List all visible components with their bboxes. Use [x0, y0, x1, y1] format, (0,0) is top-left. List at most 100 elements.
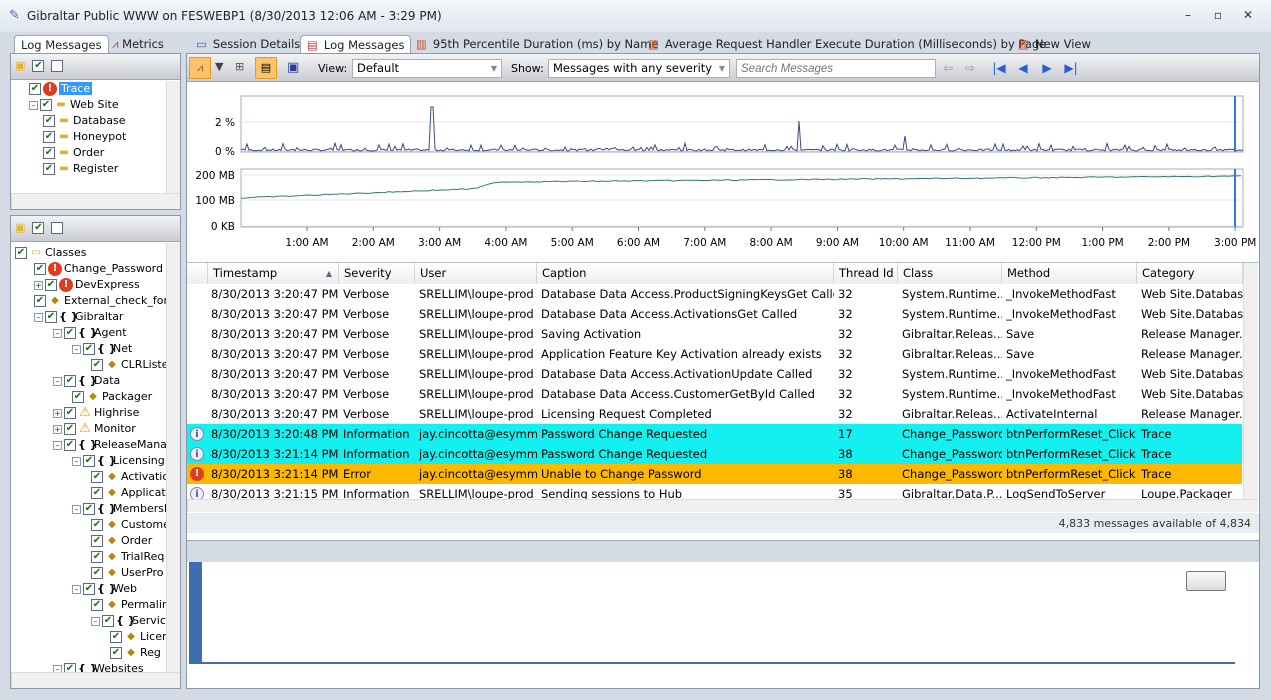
checkbox[interactable]: ✔ — [91, 567, 103, 579]
checkbox[interactable]: ✔ — [15, 247, 27, 259]
tree-item[interactable]: ✔ ◆ Applicat — [91, 485, 166, 501]
tab-session-details[interactable]: ▭ Session Details — [190, 35, 306, 53]
chart-toggle-icon[interactable]: ⩘ — [189, 57, 211, 79]
tree-view-icon[interactable]: ⊞ — [235, 60, 244, 73]
tree-item[interactable]: ✔ ▬ Honeypot — [43, 129, 126, 145]
table-row[interactable]: 8/30/2013 3:20:47 PM Verbose SRELLIM\loupe… — [187, 384, 1243, 404]
column-header-category[interactable]: Category — [1137, 263, 1243, 284]
uncheck-all-button[interactable] — [51, 60, 64, 72]
folders-icon[interactable]: ▣ — [15, 221, 25, 234]
tree-item[interactable]: ✔ ◆ TrialReq — [91, 549, 164, 565]
column-header-thread-id[interactable]: Thread Id — [834, 263, 898, 284]
checkbox[interactable]: ✔ — [83, 503, 95, 515]
column-header-class[interactable]: Class — [898, 263, 1002, 284]
tree-item[interactable]: –✔{ }Membership — [72, 501, 166, 517]
expand-toggle-icon[interactable]: – — [91, 616, 100, 626]
left-tab-metrics[interactable]: ⩘ Metrics — [106, 35, 170, 53]
checkbox[interactable]: ✔ — [91, 471, 103, 483]
table-row[interactable]: 8/30/2013 3:20:47 PM Verbose SRELLIM\loupe… — [187, 324, 1243, 344]
tree-item[interactable]: – ✔{ }Licensing — [72, 453, 165, 469]
tab-log-messages[interactable]: ▤ Log Messages — [300, 35, 412, 53]
checkbox[interactable]: ✔ — [64, 407, 76, 419]
checkbox[interactable]: ✔ — [110, 647, 122, 659]
checkbox[interactable]: ✔ — [91, 599, 103, 611]
table-row[interactable]: 8/30/2013 3:20:47 PM Verbose SRELLIM\loupe… — [187, 284, 1243, 304]
search-input[interactable] — [736, 59, 936, 78]
column-header-timestamp[interactable]: Timestamp ▲ — [208, 263, 339, 284]
expand-toggle-icon[interactable]: – — [53, 664, 62, 672]
class-tree[interactable]: ✔ ▭ Classes ✔! Change_Password + ✔! DevExpress ✔… — [11, 245, 166, 672]
checkbox[interactable]: ✔ — [102, 615, 114, 627]
horizontal-scrollbar[interactable] — [11, 193, 180, 209]
expand-toggle-icon[interactable]: – — [34, 312, 43, 322]
save-icon[interactable]: ▣ — [287, 60, 299, 75]
checkbox[interactable]: ✔ — [91, 487, 103, 499]
checkbox[interactable]: ✔ — [64, 439, 76, 451]
expand-toggle-icon[interactable]: – — [72, 584, 81, 594]
checkbox[interactable]: ✔ — [91, 535, 103, 547]
expand-toggle-icon[interactable]: + — [34, 280, 43, 290]
table-row[interactable]: ! 8/30/2013 3:21:14 PM Error jay.cincotta@e… — [187, 464, 1242, 484]
details-toggle-icon[interactable]: ▤ — [255, 57, 277, 79]
search-next-button[interactable]: ⇨ — [960, 58, 980, 78]
tab-average-request-handler-execute-duration-milliseconds-by-page[interactable]: ▥ Average Request Handler Execute Duratio… — [642, 35, 1052, 53]
vertical-scrollbar[interactable] — [166, 243, 180, 672]
tree-item[interactable]: + ✔ ⚠ Highrise — [53, 405, 139, 421]
tree-item[interactable]: –✔{ }Services — [91, 613, 166, 629]
tree-item[interactable]: ✔ ◆ Licer — [110, 629, 166, 645]
table-row[interactable]: i 8/30/2013 3:20:48 PM Information jay.cinc… — [187, 424, 1242, 444]
tree-item[interactable]: ✔ ◆ External_check_for_ — [34, 293, 166, 309]
checkbox[interactable]: ✔ — [43, 163, 55, 175]
next-icon[interactable]: ▶ — [1037, 58, 1057, 78]
tree-item[interactable]: ✔ ▬ Register — [43, 161, 118, 177]
category-tree[interactable]: ✔! Trace – ✔ ▬ Web Site ✔ ▬ Database ✔ ▬ Honeypot ✔ ▬… — [11, 81, 166, 193]
checkbox[interactable]: ✔ — [34, 295, 46, 307]
tree-item[interactable]: ✔! Trace — [29, 81, 93, 97]
expand-toggle-icon[interactable]: – — [72, 344, 81, 354]
copy-button[interactable] — [1186, 571, 1226, 591]
folders-icon[interactable]: ▣ — [15, 59, 25, 72]
view-select[interactable]: Default ▼ — [352, 59, 502, 78]
checkbox[interactable]: ✔ — [34, 263, 46, 275]
table-row[interactable]: 8/30/2013 3:20:47 PM Verbose SRELLIM\loupe… — [187, 404, 1243, 424]
checkbox[interactable]: ✔ — [91, 551, 103, 563]
expand-toggle-icon[interactable]: + — [53, 424, 62, 434]
tree-item[interactable]: + ✔ ⚠ Monitor — [53, 421, 136, 437]
checkbox[interactable]: ✔ — [64, 663, 76, 672]
horizontal-scrollbar[interactable] — [11, 672, 180, 688]
table-row[interactable]: 8/30/2013 3:20:47 PM Verbose SRELLIM\loupe… — [187, 364, 1243, 384]
checkbox[interactable]: ✔ — [72, 391, 84, 403]
checkbox[interactable]: ✔ — [43, 131, 55, 143]
tree-item[interactable]: ✔ ▭ Classes — [15, 245, 86, 261]
tree-item[interactable]: ✔ ◆ UserPro — [91, 565, 164, 581]
tree-item[interactable]: ✔ ◆ Reg — [110, 645, 161, 661]
expand-toggle-icon[interactable]: – — [29, 100, 38, 110]
restore-button[interactable]: ▫ — [1208, 8, 1228, 24]
tree-item[interactable]: – ✔{ }Web — [72, 581, 137, 597]
close-button[interactable]: ✕ — [1238, 8, 1258, 24]
tree-item[interactable]: ✔ ◆ Activatio — [91, 469, 166, 485]
checkbox[interactable]: ✔ — [45, 311, 57, 323]
expand-toggle-icon[interactable]: – — [72, 504, 81, 514]
tree-item[interactable]: – ✔ ▬ Web Site — [29, 97, 119, 113]
tab-new-view[interactable]: ▥ New View — [1012, 35, 1097, 53]
expand-toggle-icon[interactable]: + — [53, 408, 62, 418]
checkbox[interactable]: ✔ — [110, 631, 122, 643]
tree-item[interactable]: ✔ ◆ Custome — [91, 517, 166, 533]
tree-item[interactable]: ✔ ◆ Permalin — [91, 597, 166, 613]
checkbox[interactable]: ✔ — [40, 99, 52, 111]
checkbox[interactable]: ✔ — [91, 359, 103, 371]
timeline-charts[interactable]: 2 % 0 % 200 MB 100 MB 0 KB 1:00 AM 2:00 AM 3:00… — [187, 84, 1259, 259]
expand-toggle-icon[interactable]: – — [53, 328, 62, 338]
checkbox[interactable]: ✔ — [43, 115, 55, 127]
vertical-scrollbar[interactable] — [1243, 263, 1258, 499]
check-all-button[interactable]: ✔ — [32, 222, 45, 234]
checkbox[interactable]: ✔ — [43, 147, 55, 159]
tree-item[interactable]: – ✔{ }Websites — [53, 661, 144, 672]
first-icon[interactable]: |◀ — [989, 58, 1009, 78]
checkbox[interactable]: ✔ — [29, 83, 41, 95]
tree-item[interactable]: ✔ ◆ Packager — [72, 389, 152, 405]
column-header-user[interactable]: User — [415, 263, 537, 284]
checkbox[interactable]: ✔ — [64, 327, 76, 339]
tree-item[interactable]: – ✔{ }Gibraltar — [34, 309, 123, 325]
